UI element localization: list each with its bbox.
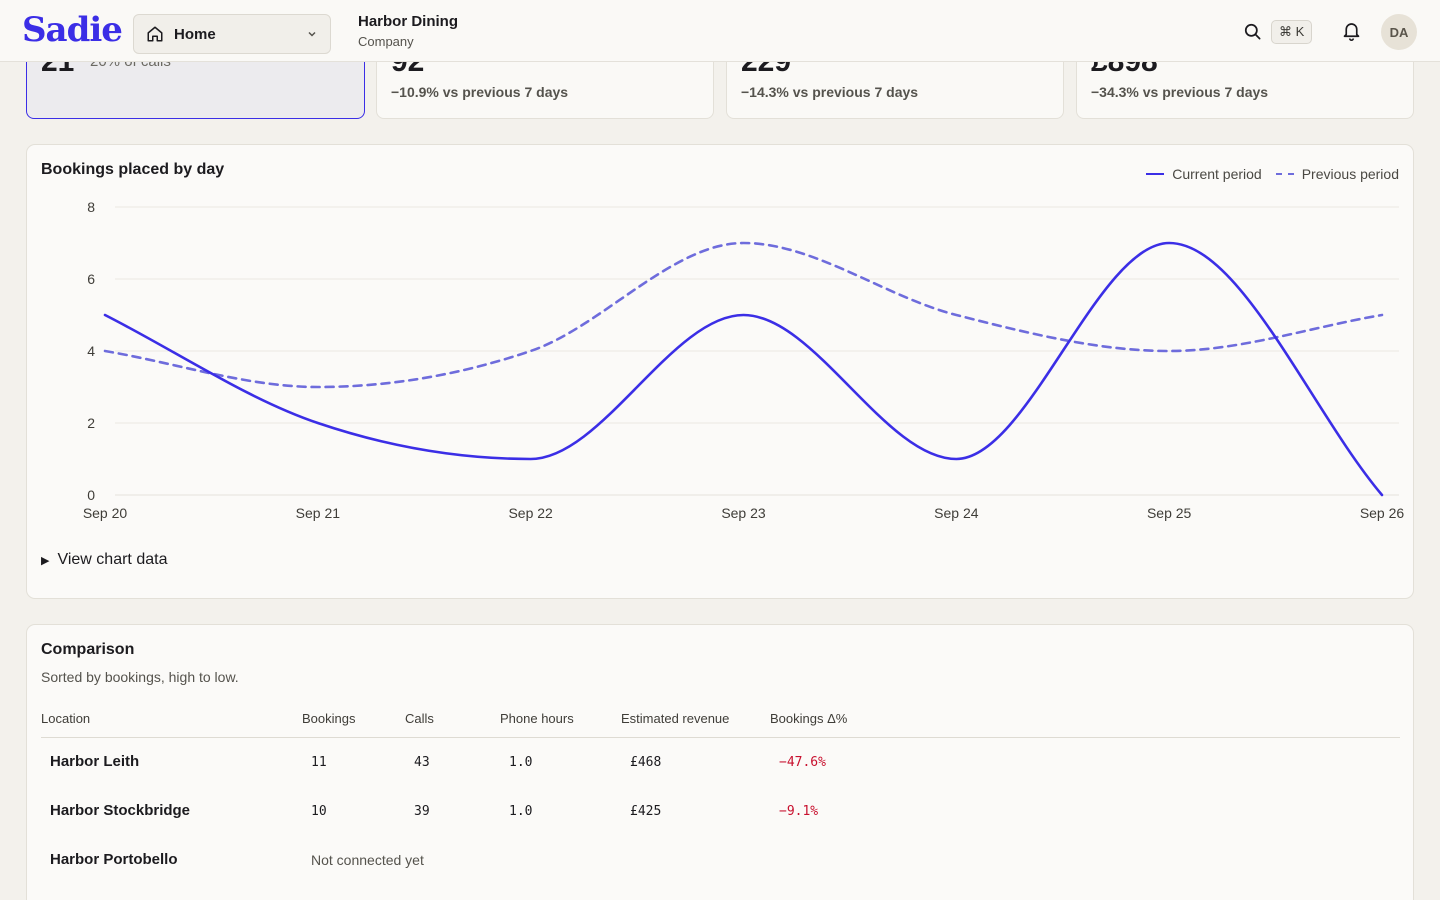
current-period-line xyxy=(103,241,1384,497)
top-bar: Sadie Home Harbor Dining Company ⌘ K DA xyxy=(0,0,1440,62)
search-icon[interactable] xyxy=(1243,22,1262,41)
bell-icon[interactable] xyxy=(1341,20,1362,42)
hours-cell: 1.0 xyxy=(509,804,533,819)
company-name: Harbor Dining xyxy=(358,13,458,30)
location-name: Harbor Stockbridge xyxy=(50,802,191,819)
company-info: Harbor Dining Company xyxy=(358,13,458,49)
y-tick-label: 4 xyxy=(87,343,95,359)
col-calls[interactable]: Calls xyxy=(405,711,434,726)
x-tick-label: Sep 22 xyxy=(508,505,553,521)
location-name: Harbor Leith xyxy=(50,753,140,770)
hours-cell: 1.0 xyxy=(509,755,533,770)
avatar[interactable]: DA xyxy=(1381,14,1417,50)
bookings-line-chart: 0 2 4 6 8 Sep 20 Sep 21 Sep 22 Sep 23 Sep 24 Sep 2… xyxy=(83,199,1405,521)
comparison-card: Comparison Sorted by bookings, high to l… xyxy=(26,624,1414,900)
disclosure-triangle-icon: ▶ xyxy=(41,554,50,567)
delta-cell: −47.6% xyxy=(779,755,826,770)
x-tick-label: Sep 26 xyxy=(1360,505,1405,521)
col-estimated-revenue[interactable]: Estimated revenue xyxy=(621,711,729,726)
app-logo[interactable]: Sadie xyxy=(22,10,123,50)
page-selector[interactable]: Home xyxy=(133,14,331,54)
col-phone-hours[interactable]: Phone hours xyxy=(500,711,574,726)
y-tick-label: 6 xyxy=(87,271,95,287)
bookings-cell: 10 xyxy=(311,804,327,819)
y-tick-label: 0 xyxy=(87,487,95,503)
x-tick-label: Sep 25 xyxy=(1147,505,1192,521)
bookings-cell: 11 xyxy=(311,755,327,770)
company-type: Company xyxy=(358,34,414,49)
col-location[interactable]: Location xyxy=(41,711,90,726)
col-bookings-delta[interactable]: Bookings Δ% xyxy=(770,711,847,726)
delta-cell: −9.1% xyxy=(779,804,819,819)
stat-delta: −14.3% vs previous 7 days xyxy=(741,84,919,100)
calls-cell: 39 xyxy=(414,804,430,819)
revenue-cell: £468 xyxy=(630,755,662,770)
col-bookings[interactable]: Bookings xyxy=(302,711,355,726)
revenue-cell: £425 xyxy=(630,804,662,819)
table-row[interactable]: Harbor Leith 11 43 1.0 £468 −47.6% xyxy=(41,738,1400,786)
view-chart-data-toggle[interactable]: ▶ View chart data xyxy=(41,551,167,569)
search-shortcut[interactable]: ⌘ K xyxy=(1271,20,1313,44)
stat-delta: −10.9% vs previous 7 days xyxy=(391,84,569,100)
table-header: Location Bookings Calls Phone hours Esti… xyxy=(41,709,1400,738)
y-tick-label: 8 xyxy=(87,199,95,215)
x-tick-label: Sep 23 xyxy=(721,505,766,521)
stat-delta: −34.3% vs previous 7 days xyxy=(1091,84,1269,100)
comparison-subtitle: Sorted by bookings, high to low. xyxy=(41,669,239,685)
y-tick-label: 2 xyxy=(87,415,95,431)
table-row[interactable]: Harbor Stockbridge 10 39 1.0 £425 −9.1% xyxy=(41,787,1400,835)
table-row[interactable]: Harbor Portobello Not connected yet xyxy=(41,836,1400,884)
calls-cell: 43 xyxy=(414,755,430,770)
chevron-down-icon xyxy=(308,31,316,37)
x-tick-label: Sep 20 xyxy=(83,505,128,521)
x-tick-label: Sep 21 xyxy=(296,505,341,521)
home-icon xyxy=(147,26,163,42)
connection-status: Not connected yet xyxy=(311,852,424,868)
bookings-chart-card: Bookings placed by day Current period Pr… xyxy=(26,144,1414,599)
x-tick-label: Sep 24 xyxy=(934,505,979,521)
page-selector-label: Home xyxy=(174,25,216,43)
view-chart-data-label: View chart data xyxy=(57,551,168,568)
comparison-title: Comparison xyxy=(41,641,135,658)
location-name: Harbor Portobello xyxy=(50,851,178,868)
